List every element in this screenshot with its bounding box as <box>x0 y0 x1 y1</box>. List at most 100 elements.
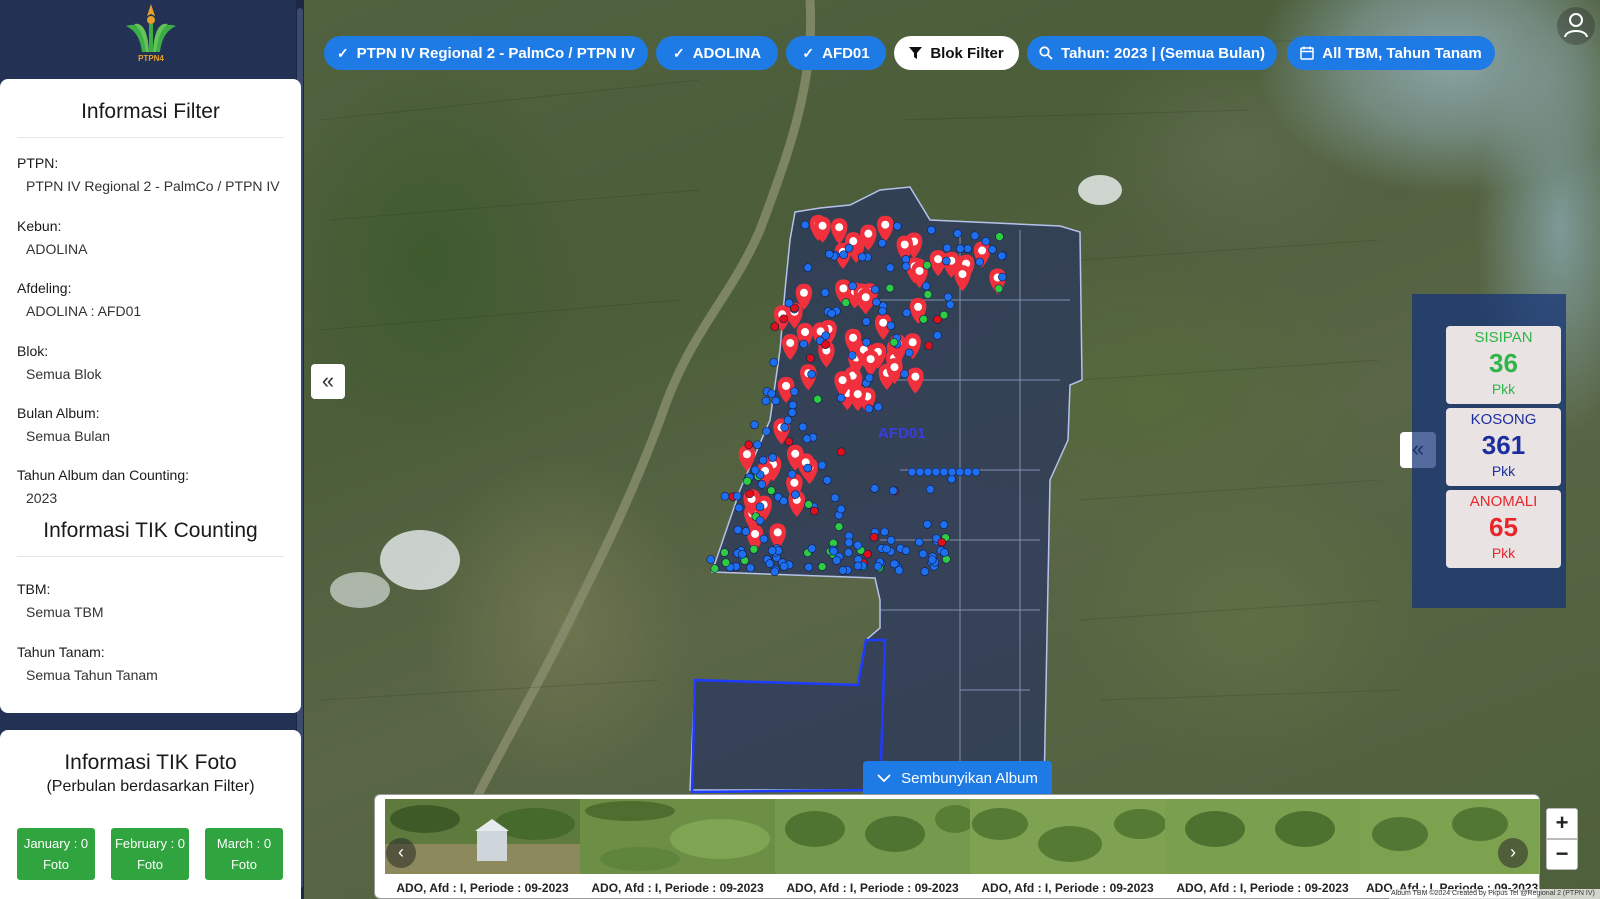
cloud <box>380 530 460 590</box>
kosong-dot <box>923 467 933 477</box>
ptpn-value: PTPN IV Regional 2 - PalmCo / PTPN IV <box>26 178 280 194</box>
sisipan-dot <box>889 338 899 347</box>
pin-center <box>866 355 875 364</box>
month-button-january[interactable]: January : 0 Foto <box>17 828 95 880</box>
kosong-dot <box>848 281 857 291</box>
pin-center <box>890 363 899 372</box>
filter-chip-ptpn[interactable]: ✓ PTPN IV Regional 2 - PalmCo / PTPN IV <box>324 36 648 70</box>
collapse-sidebar-button[interactable]: « <box>311 364 345 399</box>
album-caption: ADO, Afd : I, Periode : 09-2023 <box>591 881 764 895</box>
pin-center <box>978 246 987 255</box>
album-next-button[interactable]: › <box>1498 838 1528 868</box>
kosong-dot <box>862 317 871 326</box>
filter-chip-tbm[interactable]: All TBM, Tahun Tanam <box>1287 36 1495 70</box>
album-caption: ADO, Afd : I, Periode : 09-2023 <box>981 881 1154 895</box>
tahun-tanam-label: Tahun Tanam: <box>17 644 105 660</box>
sisipan-dot <box>834 522 844 531</box>
kosong-dot <box>997 251 1007 261</box>
sisipan-dot <box>923 290 933 299</box>
pin-center <box>751 529 760 538</box>
kosong-dot <box>988 245 997 254</box>
filter-chip-kebun[interactable]: ✓ ADOLINA <box>656 36 778 70</box>
album-photo[interactable] <box>970 799 1165 874</box>
zoom-out-button[interactable]: − <box>1546 839 1578 870</box>
pin-center <box>911 372 920 381</box>
kosong-dot <box>802 434 812 444</box>
kosong-dot <box>900 369 909 379</box>
chevron-down-icon <box>877 774 891 783</box>
kosong-dot <box>925 484 935 494</box>
stat-unit: Pkk <box>1491 381 1516 397</box>
album-photo[interactable] <box>775 799 970 874</box>
check-icon: ✓ <box>336 44 349 61</box>
kosong-dot <box>939 467 949 477</box>
kosong-dot <box>770 567 780 576</box>
chip-label: Tahun: 2023 | (Semua Bulan) <box>1061 44 1265 62</box>
sisipan-dot <box>766 486 776 495</box>
sisipan-dot <box>841 298 851 307</box>
kosong-dot <box>787 408 797 417</box>
hide-album-button[interactable]: Sembunyikan Album <box>863 761 1052 795</box>
pin-center <box>790 478 799 487</box>
kosong-dot <box>750 465 760 475</box>
filter-chip-tahun[interactable]: Tahun: 2023 | (Semua Bulan) <box>1027 36 1277 70</box>
tahun-value: 2023 <box>26 490 58 506</box>
kosong-dot <box>907 467 917 477</box>
month-button-march[interactable]: March : 0 Foto <box>205 828 283 880</box>
kosong-dot <box>963 467 973 477</box>
kosong-dot <box>927 555 937 564</box>
album-photo[interactable] <box>580 799 775 874</box>
album-prev-button[interactable]: ‹ <box>386 838 416 868</box>
kosong-dot <box>839 250 848 260</box>
kosong-dot <box>807 544 817 553</box>
tik-counting-title: Informasi TIK Counting <box>43 519 258 542</box>
stat-title: ANOMALI <box>1469 493 1538 510</box>
kosong-dot <box>872 297 881 307</box>
kosong-dot <box>771 396 781 406</box>
pin-center <box>934 255 943 264</box>
zoom-in-button[interactable]: + <box>1546 808 1578 839</box>
month-count: February : 0 <box>114 836 186 851</box>
kosong-dot <box>955 244 965 253</box>
stat-sisipan: SISIPAN 36 Pkk <box>1446 326 1561 404</box>
kosong-dot <box>864 404 874 414</box>
kosong-dot <box>803 463 812 473</box>
anomali-dot <box>821 340 830 349</box>
month-button-february[interactable]: February : 0 Foto <box>111 828 189 880</box>
month-unit: Foto <box>42 857 69 872</box>
kosong-dot <box>787 469 797 479</box>
tik-foto-title: Informasi TIK Foto <box>64 751 237 774</box>
kosong-dot <box>788 400 798 410</box>
kosong-dot <box>914 537 924 547</box>
kosong-dot <box>892 221 902 231</box>
kosong-dot <box>920 567 930 576</box>
kosong-dot <box>706 555 716 564</box>
filter-chip-afdeling[interactable]: ✓ AFD01 <box>786 36 886 70</box>
month-count: January : 0 <box>23 836 89 851</box>
kosong-dot <box>885 263 895 273</box>
kosong-dot <box>940 548 949 557</box>
pin-center <box>861 293 870 302</box>
sisipan-dot <box>995 232 1004 241</box>
pin-center <box>881 220 890 229</box>
month-unit: Foto <box>136 857 163 872</box>
album-photo[interactable] <box>1165 799 1360 874</box>
stat-title: SISIPAN <box>1474 329 1533 346</box>
stat-value: 36 <box>1489 348 1518 378</box>
kosong-dot <box>886 321 896 331</box>
stat-value: 65 <box>1489 512 1518 542</box>
kosong-dot <box>825 249 834 259</box>
user-account-button[interactable] <box>1556 4 1596 48</box>
kosong-dot <box>721 558 731 567</box>
sisipan-dot <box>922 260 932 270</box>
anomali-dot <box>836 447 846 457</box>
kosong-dot <box>807 369 816 379</box>
kosong-dot <box>862 337 871 347</box>
tahun-label: Tahun Album dan Counting: <box>17 467 190 483</box>
album-photo[interactable] <box>385 799 580 874</box>
kosong-dot <box>746 563 755 573</box>
kosong-dot <box>981 236 991 246</box>
blok-filter-button[interactable]: Blok Filter <box>894 36 1019 70</box>
pin-center <box>801 328 810 337</box>
search-icon <box>1039 46 1053 60</box>
